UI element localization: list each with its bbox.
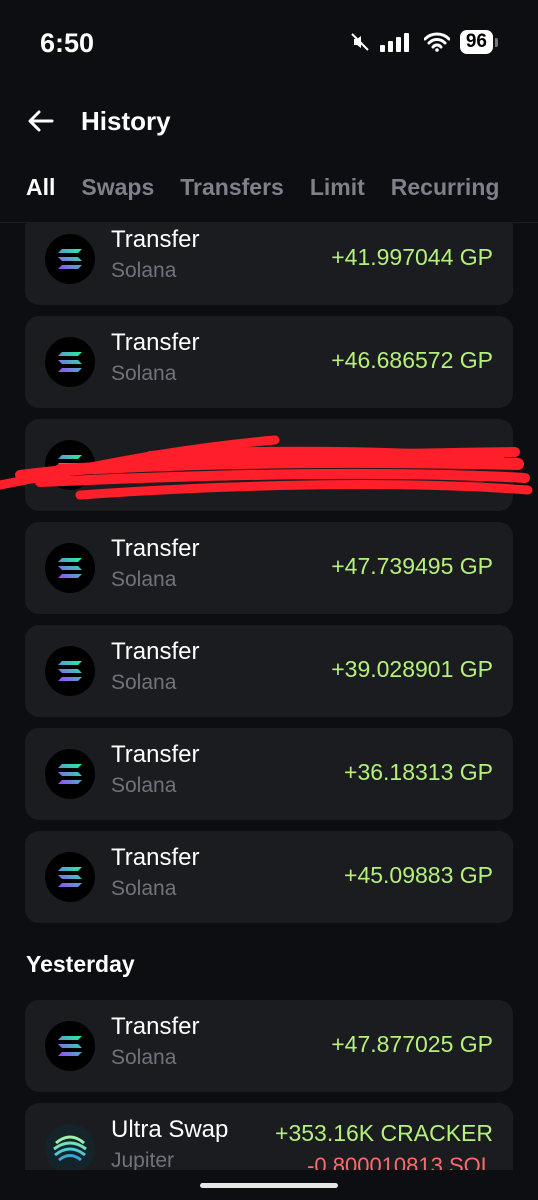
transaction-amount: +36.18313 GP	[344, 759, 493, 785]
transaction-row[interactable]: Transfer Solana +46.686572 GP	[25, 316, 513, 408]
transaction-type: Transfer	[111, 741, 200, 768]
tab-recurring[interactable]: Recurring	[391, 170, 500, 220]
transaction-row[interactable]: Transfer Solana +45.09883 GP	[25, 831, 513, 923]
transaction-amount: +45.09883 GP	[344, 862, 493, 888]
page-header: History	[0, 100, 538, 148]
tab-limit[interactable]: Limit	[310, 170, 365, 220]
section-heading-yesterday: Yesterday	[26, 951, 135, 977]
status-icons: 96	[350, 30, 498, 54]
transaction-row[interactable]: Transfer Solana +36.18313 GP	[25, 728, 513, 820]
transaction-network: Solana	[111, 259, 177, 282]
tab-all[interactable]: All	[26, 170, 55, 234]
tab-transfers[interactable]: Transfers	[180, 170, 284, 220]
battery-level: 96	[459, 30, 493, 54]
transaction-type: Transfer	[111, 638, 200, 665]
transaction-type: Transfer	[111, 329, 200, 356]
page-title: History	[81, 106, 171, 136]
transaction-row-swap[interactable]: Ultra Swap Jupiter +353.16K CRACKER -0.8…	[25, 1103, 513, 1170]
transaction-type: Transfer	[111, 226, 200, 253]
transaction-type: Transfer	[111, 535, 200, 562]
transaction-amount: +39.028901 GP	[331, 656, 493, 682]
transaction-network: Solana	[111, 877, 177, 900]
transaction-type: Transfer	[111, 1013, 200, 1040]
transaction-network: Solana	[111, 362, 177, 385]
jupiter-logo-icon	[45, 1124, 95, 1170]
status-time: 6:50	[40, 28, 95, 58]
transaction-type: Transfer	[111, 844, 200, 871]
solana-logo-icon	[45, 337, 95, 387]
swap-amount-out: -0.800010813 SOL	[307, 1153, 493, 1170]
transaction-row[interactable]: Transfer Solana +47.877025 GP	[25, 1000, 513, 1092]
solana-logo-icon	[45, 1021, 95, 1071]
home-indicator[interactable]	[200, 1183, 338, 1188]
transaction-row[interactable]: Transfer Solana +41.997044 GP	[25, 223, 513, 305]
transaction-network: Solana	[111, 671, 177, 694]
tab-swaps[interactable]: Swaps	[81, 170, 154, 220]
transaction-amount: +47.877025 GP	[331, 1031, 493, 1057]
transaction-row-redacted[interactable]	[25, 419, 513, 511]
signal-icon	[379, 33, 409, 52]
transaction-amount: +46.686572 GP	[331, 347, 493, 373]
transaction-network: Jupiter	[111, 1149, 175, 1170]
transaction-amount: +47.739495 GP	[331, 553, 493, 579]
transaction-row[interactable]: Transfer Solana +39.028901 GP	[25, 625, 513, 717]
solana-logo-icon	[45, 440, 95, 490]
swap-amount-in: +353.16K CRACKER	[275, 1120, 493, 1146]
transaction-network: Solana	[111, 568, 177, 591]
solana-logo-icon	[45, 234, 95, 284]
back-arrow-icon[interactable]	[26, 106, 56, 136]
solana-logo-icon	[45, 543, 95, 593]
transaction-network: Solana	[111, 1046, 177, 1069]
transaction-network: Solana	[111, 774, 177, 797]
history-list[interactable]: Transfer Solana +41.997044 GP Transfer S…	[0, 223, 538, 1170]
solana-logo-icon	[45, 749, 95, 799]
transaction-type: Ultra Swap	[111, 1116, 229, 1143]
transaction-amount: +41.997044 GP	[331, 244, 493, 270]
status-bar: 6:50 96	[0, 0, 538, 90]
battery-tip	[495, 37, 498, 47]
wifi-icon	[423, 32, 450, 52]
filter-tabs: All Swaps Transfers Limit Recurring	[26, 170, 500, 234]
solana-logo-icon	[45, 852, 95, 902]
mute-icon	[351, 33, 369, 51]
transaction-row[interactable]: Transfer Solana +47.739495 GP	[25, 522, 513, 614]
solana-logo-icon	[45, 646, 95, 696]
